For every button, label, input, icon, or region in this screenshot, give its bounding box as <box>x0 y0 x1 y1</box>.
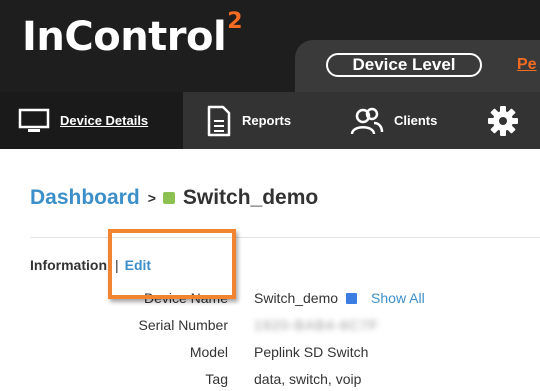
device-name-value: Switch_demo <box>254 290 339 306</box>
property-row-device-name: Device Name Switch_demo Show All <box>0 290 540 310</box>
monitor-icon <box>18 108 50 134</box>
settings-gear[interactable] <box>486 92 530 149</box>
nav-label-reports: Reports <box>242 113 292 128</box>
divider <box>30 237 540 238</box>
nav-item-clients[interactable]: Clients <box>350 92 437 149</box>
nav-label-clients: Clients <box>394 113 438 128</box>
information-label: Information <box>30 257 107 273</box>
model-value: Peplink SD Switch <box>254 344 369 360</box>
breadcrumb: Dashboard > Switch_demo <box>30 186 318 210</box>
gear-icon <box>486 104 520 138</box>
document-icon <box>206 105 232 137</box>
property-label: Tag <box>205 371 228 387</box>
nav-label-device-details: Device Details <box>60 113 149 128</box>
property-label: Serial Number <box>138 317 228 333</box>
page-title: Switch_demo <box>182 186 319 209</box>
device-level-pill[interactable]: Device Level <box>326 53 482 77</box>
device-color-icon <box>346 292 358 304</box>
annotation-highlight-box <box>108 229 236 299</box>
breadcrumb-dashboard-link[interactable]: Dashboard <box>30 186 140 210</box>
nav-item-reports[interactable]: Reports <box>206 92 291 149</box>
breadcrumb-separator: > <box>147 190 156 206</box>
users-icon <box>350 106 384 136</box>
level-link[interactable]: Pe <box>517 56 537 74</box>
nav-bar: Device Details Reports Clients <box>0 92 540 149</box>
incontrol-logo[interactable]: InControl2 <box>22 9 243 60</box>
property-value: Switch_demo Show All <box>254 290 425 306</box>
property-row-model: Model Peplink SD Switch <box>0 344 540 364</box>
status-dot-icon <box>162 192 175 204</box>
main-content: Dashboard > Switch_demo Information | Edit… <box>0 149 540 389</box>
property-row-serial-number: Serial Number 1920-BAB4-6C7F <box>0 317 540 337</box>
nav-item-device-details[interactable]: Device Details <box>0 92 183 149</box>
serial-number-value: 1920-BAB4-6C7F <box>254 317 379 333</box>
property-label: Model <box>189 344 228 360</box>
top-header: InControl2 Device Level Pe <box>0 0 540 92</box>
tag-value: data, switch, voip <box>254 371 362 387</box>
property-row-tag: Tag data, switch, voip <box>0 371 540 391</box>
show-all-link[interactable]: Show All <box>371 290 425 306</box>
